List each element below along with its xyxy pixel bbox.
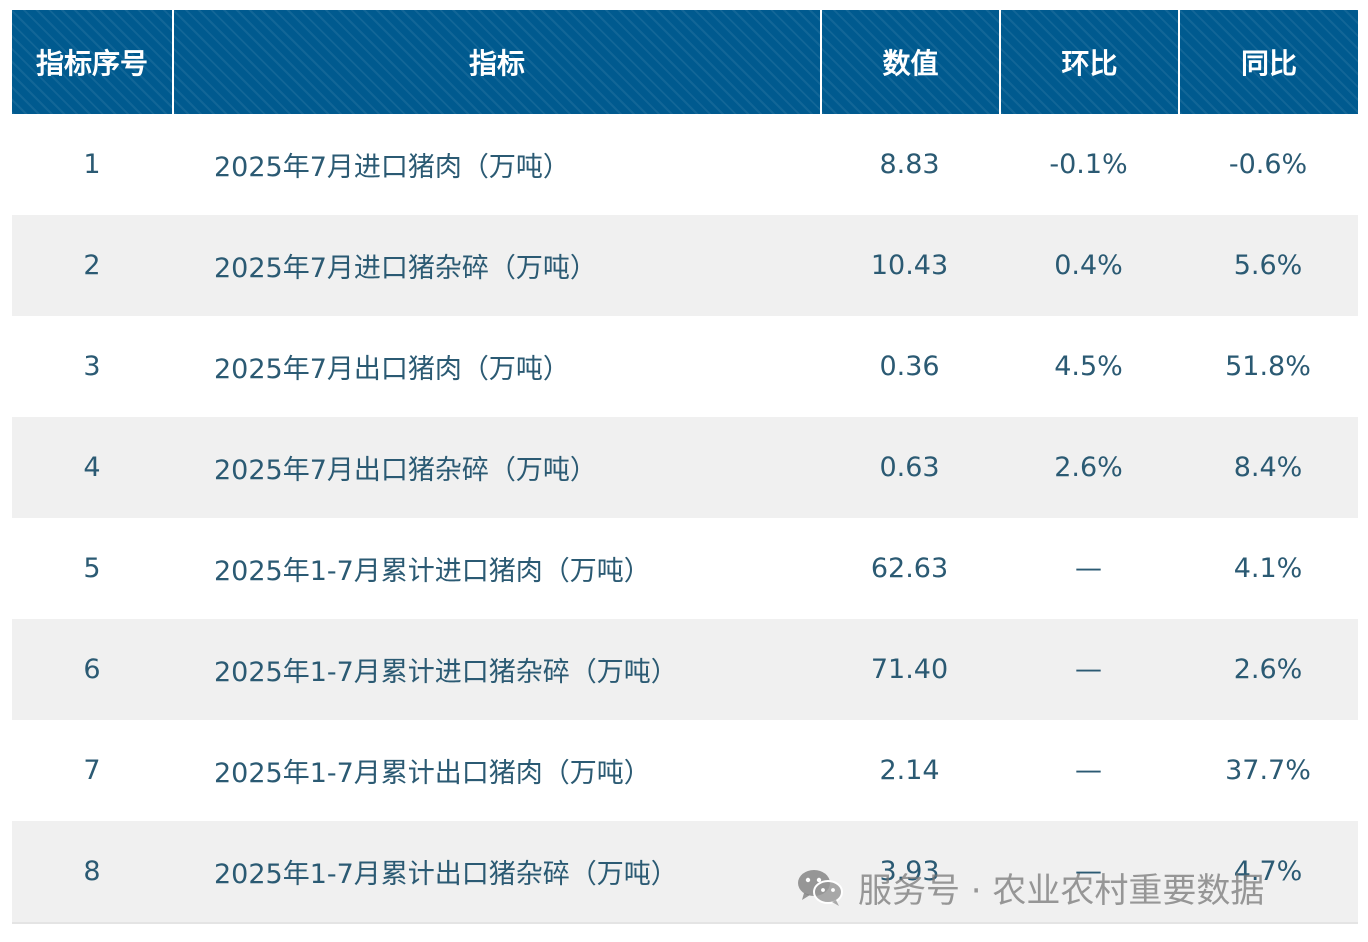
cell-indicator: 2025年7月进口猪杂碎（万吨） bbox=[214, 253, 597, 284]
cell-value: 10.43 bbox=[870, 250, 949, 281]
cell-indicator: 2025年1-7月累计出口猪杂碎（万吨） bbox=[214, 859, 678, 890]
cell-indicator: 2025年1-7月累计进口猪肉（万吨） bbox=[214, 556, 651, 587]
table-row: 3 2025年7月出口猪肉（万吨） 0.36 4.5% 51.8% bbox=[12, 316, 1358, 417]
table-header: 指标序号 指标 数值 环比 同比 bbox=[12, 10, 1358, 114]
cell-index: 7 bbox=[83, 755, 101, 786]
watermark: 服务号 · 农业农村重要数据 bbox=[796, 862, 1264, 912]
cell-index: 8 bbox=[83, 856, 101, 887]
cell-yoy: 37.7% bbox=[1225, 755, 1311, 786]
cell-value: 71.40 bbox=[870, 654, 949, 685]
table-row: 4 2025年7月出口猪杂碎（万吨） 0.63 2.6% 8.4% bbox=[12, 417, 1358, 518]
cell-index: 5 bbox=[83, 553, 101, 584]
cell-value: 62.63 bbox=[870, 553, 949, 584]
cell-indicator: 2025年1-7月累计出口猪肉（万吨） bbox=[214, 758, 651, 789]
cell-value: 0.36 bbox=[879, 351, 940, 382]
cell-mom: 2.6% bbox=[1054, 452, 1123, 483]
table-row: 1 2025年7月进口猪肉（万吨） 8.83 -0.1% -0.6% bbox=[12, 114, 1358, 215]
cell-indicator: 2025年7月出口猪肉（万吨） bbox=[214, 354, 570, 385]
table-row: 2 2025年7月进口猪杂碎（万吨） 10.43 0.4% 5.6% bbox=[12, 215, 1358, 316]
cell-mom: 4.5% bbox=[1054, 351, 1123, 382]
header-mom: 环比 bbox=[999, 10, 1178, 114]
cell-mom: — bbox=[1075, 654, 1102, 685]
header-yoy: 同比 bbox=[1178, 10, 1358, 114]
header-value: 数值 bbox=[820, 10, 999, 114]
cell-value: 0.63 bbox=[879, 452, 940, 483]
cell-value: 2.14 bbox=[879, 755, 940, 786]
table-bottom-border bbox=[12, 922, 1358, 924]
cell-value: 8.83 bbox=[879, 149, 940, 180]
cell-mom: -0.1% bbox=[1049, 149, 1128, 180]
cell-yoy: 4.1% bbox=[1233, 553, 1303, 584]
cell-indicator: 2025年1-7月累计进口猪杂碎（万吨） bbox=[214, 657, 678, 688]
table-row: 7 2025年1-7月累计出口猪肉（万吨） 2.14 — 37.7% bbox=[12, 720, 1358, 821]
cell-yoy: 5.6% bbox=[1233, 250, 1303, 281]
cell-mom: 0.4% bbox=[1054, 250, 1123, 281]
cell-indicator: 2025年7月出口猪杂碎（万吨） bbox=[214, 455, 597, 486]
wechat-icon bbox=[798, 870, 843, 906]
cell-mom: — bbox=[1075, 553, 1102, 584]
watermark-text: 服务号 · 农业农村重要数据 bbox=[858, 870, 1265, 911]
cell-index: 3 bbox=[83, 351, 101, 382]
cell-yoy: 51.8% bbox=[1225, 351, 1311, 382]
header-indicator: 指标 bbox=[172, 10, 820, 114]
table-row: 5 2025年1-7月累计进口猪肉（万吨） 62.63 — 4.1% bbox=[12, 518, 1358, 619]
cell-mom: — bbox=[1075, 755, 1102, 786]
table-row: 6 2025年1-7月累计进口猪杂碎（万吨） 71.40 — 2.6% bbox=[12, 619, 1358, 720]
cell-index: 6 bbox=[83, 654, 101, 685]
cell-index: 1 bbox=[83, 149, 101, 180]
cell-index: 2 bbox=[83, 250, 101, 281]
cell-yoy: 2.6% bbox=[1233, 654, 1303, 685]
cell-yoy: 8.4% bbox=[1233, 452, 1303, 483]
cell-indicator: 2025年7月进口猪肉（万吨） bbox=[214, 152, 570, 183]
header-index: 指标序号 bbox=[12, 10, 172, 114]
cell-yoy: -0.6% bbox=[1228, 149, 1308, 180]
data-table: 指标序号 指标 数值 环比 同比 1 2025年7月进口猪肉（万吨） 8.83 … bbox=[12, 10, 1358, 922]
cell-index: 4 bbox=[83, 452, 101, 483]
